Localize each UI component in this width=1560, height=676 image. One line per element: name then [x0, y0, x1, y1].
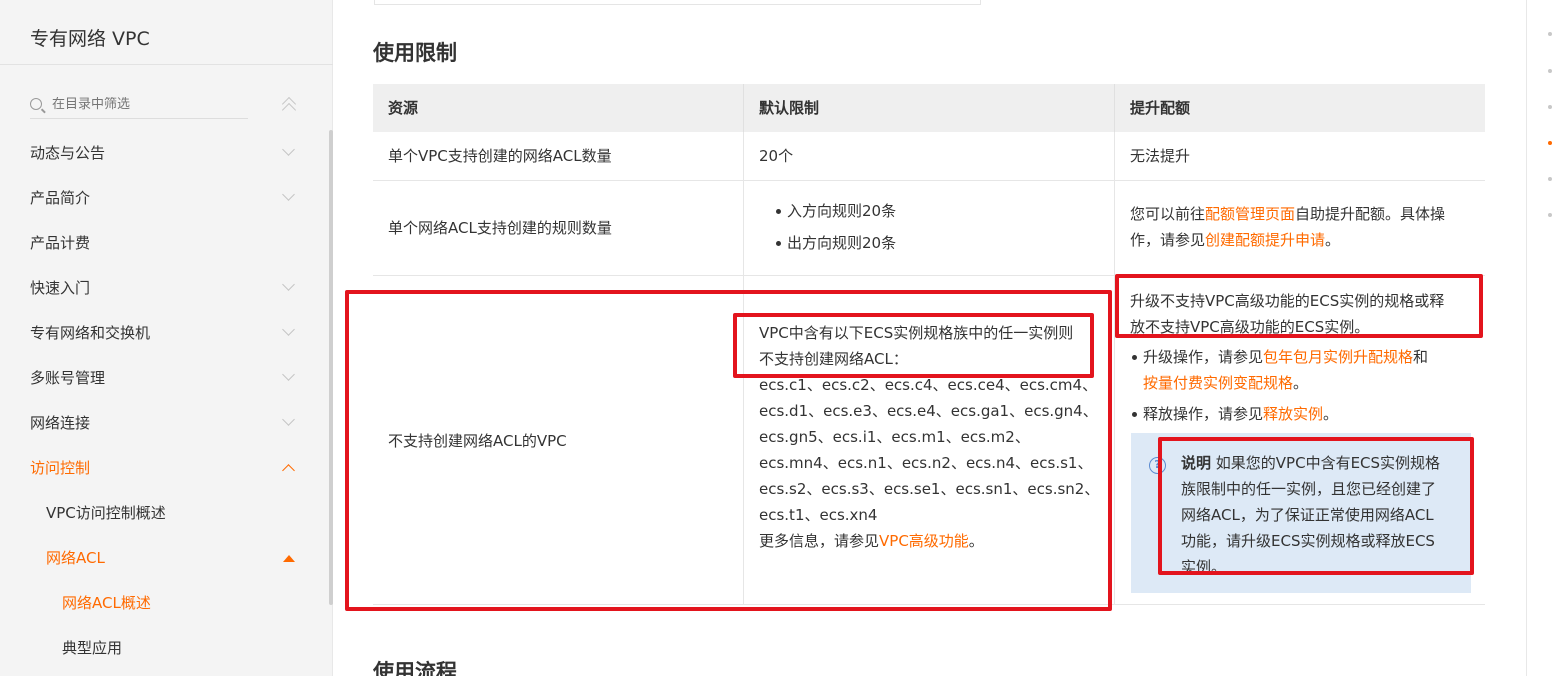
- cell-text: VPC中含有以下ECS实例规格族中的任一实例则 不支持创建网络ACL： ecs.…: [759, 324, 1100, 550]
- nav-label: 快速入门: [30, 279, 91, 297]
- nav-item-quickstart[interactable]: 快速入门: [0, 265, 320, 310]
- nav-item-typical-use[interactable]: 典型应用: [0, 625, 320, 670]
- list-item: 释放操作，请参见释放实例。: [1131, 401, 1338, 427]
- nav-item-news[interactable]: 动态与公告: [0, 130, 320, 175]
- nav-label: VPC访问控制概述: [46, 504, 166, 522]
- chevron-up-icon: [282, 464, 295, 477]
- info-icon: ?: [1149, 457, 1166, 474]
- sidebar-title: 专有网络 VPC: [30, 28, 150, 50]
- nav-label: 产品计费: [30, 234, 91, 252]
- toc-rail: [1526, 0, 1527, 676]
- toc-dot[interactable]: [1548, 105, 1552, 109]
- list-item: 升级操作，请参见包年包月实例升配规格和 按量付费实例变配规格。: [1132, 344, 1463, 396]
- sidebar: 专有网络 VPC 动态与公告 产品简介 产品计费 快速入门 专有网络和交换机 多…: [0, 0, 333, 676]
- nav-item-multi-account[interactable]: 多账号管理: [0, 355, 320, 400]
- nav-item-network-acl[interactable]: 网络ACL: [0, 535, 320, 580]
- subscription-upgrade-link[interactable]: 包年包月实例升配规格: [1263, 348, 1413, 366]
- toc-dot-active[interactable]: [1548, 141, 1552, 145]
- nav-item-access-control[interactable]: 访问控制: [0, 445, 320, 490]
- quota-increase-link[interactable]: 创建配额提升申请: [1205, 231, 1325, 249]
- nav-label: 专有网络和交换机: [30, 324, 151, 342]
- toc-dot[interactable]: [1548, 177, 1552, 181]
- header-cell: 资源: [388, 99, 419, 117]
- vpc-advanced-features-link[interactable]: VPC高级功能: [879, 532, 969, 550]
- nav-label: 网络ACL概述: [62, 594, 151, 612]
- code-block-bottom: [374, 0, 981, 5]
- nav-label: 网络ACL: [46, 549, 105, 567]
- table-row: 单个VPC支持创建的网络ACL数量 20个 无法提升: [373, 132, 1485, 181]
- header-cell: 提升配额: [1114, 84, 1485, 132]
- nav-item-network-acl-overview[interactable]: 网络ACL概述: [0, 580, 320, 625]
- nav-label: 典型应用: [62, 639, 123, 657]
- note-text: 说明 如果您的VPC中含有ECS实例规格 族限制中的任一实例，且您已经创建了 网…: [1181, 454, 1441, 576]
- nav-item-vpc-vswitch[interactable]: 专有网络和交换机: [0, 310, 320, 355]
- note-label: 说明: [1181, 454, 1212, 472]
- toc-dot[interactable]: [1548, 69, 1552, 73]
- cell-text: 升级不支持VPC高级功能的ECS实例的规格或释 放不支持VPC高级功能的ECS实…: [1130, 292, 1445, 336]
- toc-filter-input[interactable]: [52, 96, 232, 112]
- nav-item-intro[interactable]: 产品简介: [0, 175, 320, 220]
- toc-filter[interactable]: [30, 90, 248, 119]
- nav-label: 多账号管理: [30, 369, 106, 387]
- sidebar-scrollbar[interactable]: [329, 130, 333, 605]
- list-item: 入方向规则20条: [775, 198, 896, 224]
- nav-item-billing[interactable]: 产品计费: [0, 220, 320, 265]
- cell-text: 单个网络ACL支持创建的规则数量: [388, 219, 612, 237]
- chevron-down-icon: [282, 278, 295, 291]
- chevron-down-icon: [282, 368, 295, 381]
- header-cell: 默认限制: [743, 84, 1114, 132]
- cell-text: 20个: [759, 147, 794, 165]
- nav-label: 产品简介: [30, 189, 91, 207]
- nav-item-vpc-access-overview[interactable]: VPC访问控制概述: [0, 490, 320, 535]
- nav-label: 动态与公告: [30, 144, 106, 162]
- next-section-title: 使用流程: [373, 660, 457, 676]
- nav-item-network-connection[interactable]: 网络连接: [0, 400, 320, 445]
- chevron-down-icon: [282, 323, 295, 336]
- cell-text: 无法提升: [1130, 147, 1191, 165]
- table-row: 不支持创建网络ACL的VPC VPC中含有以下ECS实例规格族中的任一实例则 不…: [373, 276, 1485, 605]
- quota-management-link[interactable]: 配额管理页面: [1205, 205, 1295, 223]
- caret-up-icon: [283, 555, 295, 562]
- search-icon: [30, 98, 42, 110]
- collapse-all-icon[interactable]: [281, 96, 297, 118]
- list-item: 出方向规则20条: [775, 230, 896, 256]
- chevron-down-icon: [282, 413, 295, 426]
- toc-dot[interactable]: [1548, 32, 1552, 36]
- cell-text: 您可以前往配额管理页面自助提升配额。具体操 作，请参见创建配额提升申请。: [1130, 205, 1446, 249]
- payg-change-spec-link[interactable]: 按量付费实例变配规格: [1143, 374, 1293, 392]
- release-instance-link[interactable]: 释放实例: [1263, 405, 1323, 423]
- cell-text: 不支持创建网络ACL的VPC: [388, 432, 567, 450]
- sidebar-divider: [0, 64, 333, 65]
- nav-label: 网络连接: [30, 414, 91, 432]
- nav-label: 访问控制: [30, 459, 91, 477]
- section-title: 使用限制: [373, 41, 457, 65]
- table-row: 单个网络ACL支持创建的规则数量 入方向规则20条 出方向规则20条 您可以前往…: [373, 181, 1485, 276]
- cell-text: 单个VPC支持创建的网络ACL数量: [388, 147, 612, 165]
- chevron-down-icon: [282, 188, 295, 201]
- table-header: 资源 默认限制 提升配额: [373, 84, 1485, 132]
- chevron-down-icon: [282, 143, 295, 156]
- note-box: ? 说明 如果您的VPC中含有ECS实例规格 族限制中的任一实例，且您已经创建了…: [1131, 433, 1471, 593]
- toc-dot[interactable]: [1548, 213, 1552, 217]
